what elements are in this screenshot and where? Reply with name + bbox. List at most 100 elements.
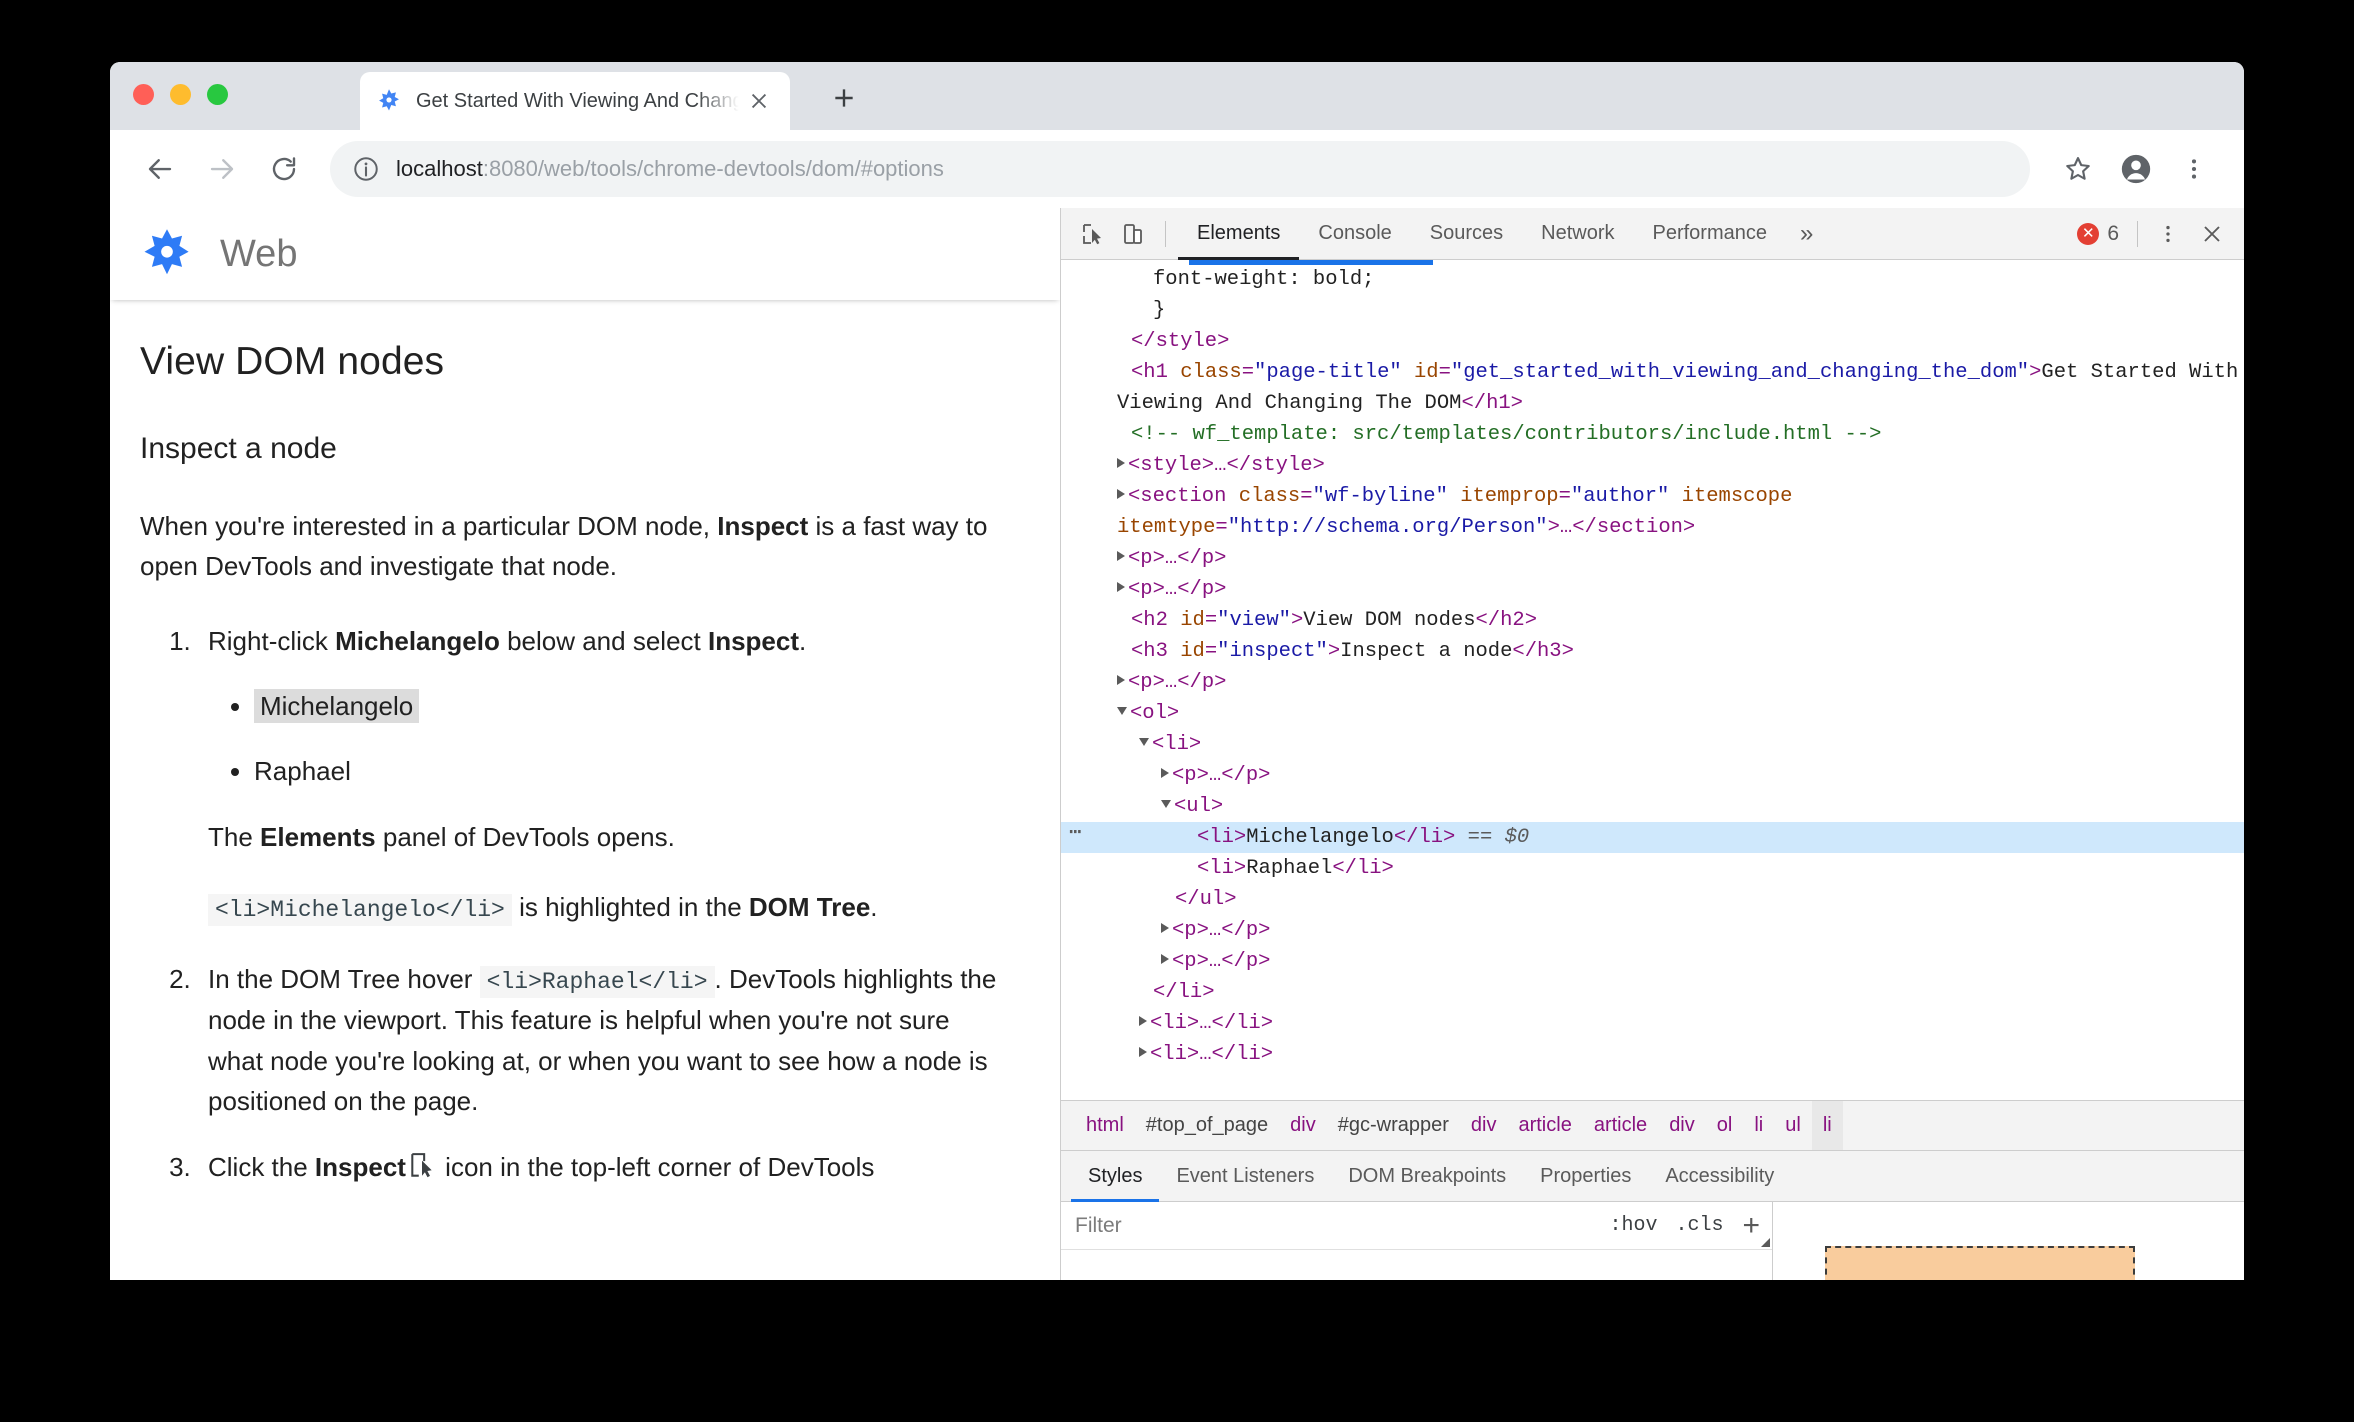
breadcrumb-item[interactable]: html	[1075, 1114, 1135, 1137]
dom-token-tag	[1402, 361, 1414, 384]
dom-tree-row[interactable]: <h1 class="page-title" id="get_started_w…	[1061, 357, 2244, 419]
expand-triangle-closed-icon[interactable]	[1117, 489, 1125, 499]
note-text-1: The	[208, 821, 261, 852]
breadcrumb-item[interactable]: ul	[1774, 1114, 1812, 1137]
close-tab-button[interactable]	[742, 84, 776, 118]
expand-triangle-open-icon[interactable]	[1117, 707, 1127, 715]
dom-token-dots: …	[1208, 919, 1222, 942]
dom-tree-row[interactable]: <li>Raphael</li>	[1061, 853, 2244, 884]
breadcrumb-item[interactable]: div	[1279, 1114, 1327, 1137]
devtools-kebab-menu-icon[interactable]	[2148, 214, 2188, 254]
tab-properties[interactable]: Properties	[1523, 1151, 1648, 1201]
breadcrumb-item[interactable]: article	[1507, 1114, 1582, 1137]
dom-tree-row[interactable]: <p>…</p>	[1061, 543, 2244, 574]
tab-network[interactable]: Network	[1522, 208, 1633, 259]
expand-triangle-closed-icon[interactable]	[1161, 768, 1169, 778]
dom-tree-row[interactable]: <section class="wf-byline" itemprop="aut…	[1061, 481, 2244, 543]
expand-triangle-closed-icon[interactable]	[1139, 1016, 1147, 1026]
dom-tree-row[interactable]: }	[1061, 295, 2244, 326]
dom-tree-row[interactable]: </li>	[1061, 977, 2244, 1008]
tab-dom-breakpoints[interactable]: DOM Breakpoints	[1331, 1151, 1523, 1201]
dom-tree-row[interactable]: <ol>	[1061, 698, 2244, 729]
hov-toggle-button[interactable]: :hov	[1600, 1214, 1666, 1237]
dom-tree-row[interactable]: <h2 id="view">View DOM nodes</h2>	[1061, 605, 2244, 636]
inspect-element-icon[interactable]	[1073, 214, 1113, 254]
dom-token-dots: …	[1164, 671, 1178, 694]
step3-pre: Click the	[208, 1152, 315, 1183]
error-badge[interactable]: ✕ 6	[2069, 222, 2127, 246]
dom-tree-row[interactable]: font-weight: bold;	[1061, 264, 2244, 295]
kebab-menu-icon[interactable]	[2166, 141, 2222, 197]
expand-triangle-open-icon[interactable]	[1161, 800, 1171, 808]
dom-tree-row[interactable]: <p>…</p>	[1061, 760, 2244, 791]
raphael-item[interactable]: Raphael	[254, 756, 351, 786]
dom-token-tag: <li>	[1152, 733, 1202, 756]
breadcrumb-item[interactable]: #gc-wrapper	[1327, 1114, 1460, 1137]
expand-triangle-closed-icon[interactable]	[1161, 954, 1169, 964]
tab-sources[interactable]: Sources	[1411, 208, 1522, 259]
account-avatar-icon[interactable]	[2108, 141, 2164, 197]
dom-token-tag	[1448, 485, 1460, 508]
expand-triangle-closed-icon[interactable]	[1117, 582, 1125, 592]
dom-tree-row[interactable]: <style>…</style>	[1061, 450, 2244, 481]
minimize-window-button[interactable]	[170, 84, 191, 105]
info-circle-icon[interactable]	[352, 155, 380, 183]
filter-input[interactable]	[1061, 1202, 1601, 1249]
breadcrumb-item[interactable]: #top_of_page	[1135, 1114, 1279, 1137]
tab-accessibility[interactable]: Accessibility	[1648, 1151, 1791, 1201]
step1-bold-1: Michelangelo	[335, 625, 500, 656]
cls-toggle-button[interactable]: .cls	[1666, 1214, 1732, 1237]
expand-triangle-closed-icon[interactable]	[1117, 551, 1125, 561]
breadcrumb-item[interactable]: div	[1460, 1114, 1508, 1137]
michelangelo-item[interactable]: Michelangelo	[254, 688, 420, 723]
breadcrumb-item[interactable]: li	[1811, 1101, 1843, 1150]
dom-tree-row[interactable]: <p>…</p>	[1061, 915, 2244, 946]
back-button[interactable]	[132, 141, 188, 197]
tab-performance[interactable]: Performance	[1634, 208, 1787, 259]
dom-token-dots: …	[1164, 547, 1178, 570]
breadcrumb-item[interactable]: article	[1583, 1114, 1658, 1137]
more-tabs-icon[interactable]: »	[1786, 220, 1827, 248]
expand-triangle-closed-icon[interactable]	[1117, 458, 1125, 468]
address-bar[interactable]: localhost:8080/web/tools/chrome-devtools…	[330, 141, 2030, 197]
dom-tree[interactable]: font-weight: bold;} </style> <h1 class="pa…	[1061, 260, 2244, 1100]
dom-tree-row[interactable]: <p>…</p>	[1061, 667, 2244, 698]
tab-console[interactable]: Console	[1299, 208, 1410, 259]
dom-tree-row[interactable]: </ul>	[1061, 884, 2244, 915]
dom-tree-row-selected[interactable]: ⋯ <li>Michelangelo</li> == $0	[1061, 822, 2244, 853]
dom-tree-row[interactable]: <li>…</li>	[1061, 1039, 2244, 1070]
breadcrumb-item[interactable]: div	[1658, 1114, 1706, 1137]
close-window-button[interactable]	[133, 84, 154, 105]
dom-tree-row[interactable]: <!-- wf_template: src/templates/contribu…	[1061, 419, 2244, 450]
forward-button[interactable]	[194, 141, 250, 197]
dom-tree-row[interactable]: <p>…</p>	[1061, 946, 2244, 977]
browser-tab[interactable]: Get Started With Viewing And Changing Th…	[360, 72, 790, 130]
page-title: View DOM nodes	[140, 340, 445, 383]
expand-triangle-closed-icon[interactable]	[1117, 675, 1125, 685]
reload-button[interactable]	[256, 141, 312, 197]
breadcrumb-item[interactable]: ol	[1706, 1114, 1744, 1137]
maximize-window-button[interactable]	[207, 84, 228, 105]
bookmark-star-icon[interactable]	[2050, 141, 2106, 197]
dom-tree-row[interactable]: <ul>	[1061, 791, 2244, 822]
web-fundamentals-logo[interactable]	[140, 227, 194, 281]
devtools-close-icon[interactable]	[2192, 214, 2232, 254]
breadcrumb-item[interactable]: li	[1743, 1114, 1774, 1137]
expand-triangle-open-icon[interactable]	[1139, 738, 1149, 746]
dom-tree-row[interactable]: <p>…</p>	[1061, 574, 2244, 605]
tab-elements[interactable]: Elements	[1178, 208, 1300, 260]
expand-triangle-closed-icon[interactable]	[1161, 923, 1169, 933]
tab-styles[interactable]: Styles	[1071, 1151, 1160, 1202]
dom-token-tag: </h3>	[1512, 640, 1574, 663]
dom-tree-row[interactable]: </style>	[1061, 326, 2244, 357]
expand-triangle-closed-icon[interactable]	[1139, 1047, 1147, 1057]
dom-tree-row[interactable]: <h3 id="inspect">Inspect a node</h3>	[1061, 636, 2244, 667]
dom-token-val: "wf-byline"	[1312, 485, 1448, 508]
tab-event-listeners[interactable]: Event Listeners	[1159, 1151, 1331, 1201]
device-toolbar-icon[interactable]	[1113, 214, 1153, 254]
new-style-rule-button[interactable]: +	[1732, 1210, 1772, 1247]
new-tab-button[interactable]	[820, 74, 868, 122]
dom-tree-row[interactable]: <li>	[1061, 729, 2244, 760]
dom-token-tag: >	[1547, 516, 1560, 539]
dom-tree-row[interactable]: <li>…</li>	[1061, 1008, 2244, 1039]
